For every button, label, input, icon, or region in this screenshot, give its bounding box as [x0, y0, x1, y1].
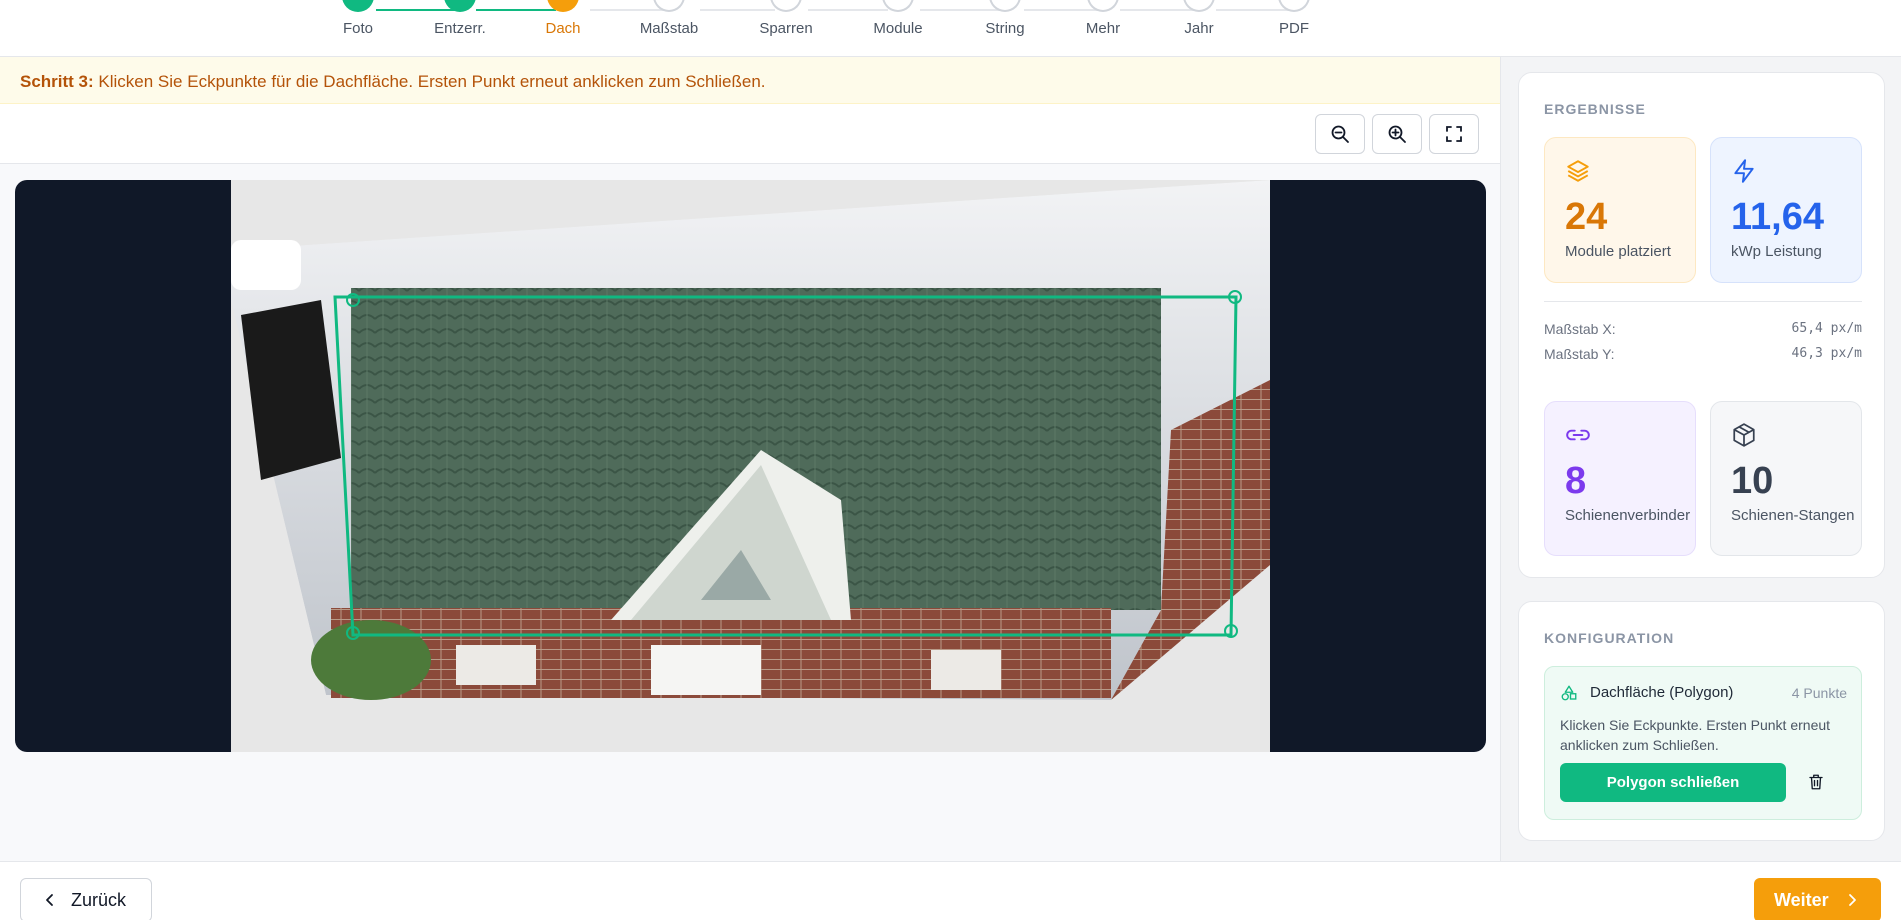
step-string[interactable]: String: [955, 0, 1055, 37]
roof-photo-image: [231, 180, 1270, 752]
instruction-banner: Schritt 3: Klicken Sie Eckpunkte für die…: [0, 57, 1500, 104]
step-circle: [770, 0, 802, 12]
step-mehr[interactable]: Mehr: [1053, 0, 1153, 37]
step-entzerr[interactable]: Entzerr.: [410, 0, 510, 37]
power-label: kWp Leistung: [1731, 243, 1822, 260]
banner-text: Klicken Sie Eckpunkte für die Dachfläche…: [93, 72, 766, 91]
step-label: Jahr: [1184, 20, 1214, 37]
fullscreen-icon: [1446, 126, 1462, 142]
step-label: Foto: [342, 20, 373, 37]
canvas-toolbar: [0, 104, 1500, 164]
step-label: Sparren: [759, 20, 813, 37]
polygon-hint: Klicken Sie Eckpunkte. Ersten Punkt erne…: [1560, 717, 1831, 753]
config-title: KONFIGURATION: [1544, 630, 1675, 646]
results-title: ERGEBNISSE: [1544, 101, 1646, 117]
step-pdf[interactable]: PDF: [1244, 0, 1344, 37]
fullscreen-button[interactable]: [1429, 114, 1479, 154]
rails-label: Schienen-Stangen: [1731, 507, 1855, 524]
stat-rails: 10 Schienen-Stangen: [1710, 401, 1862, 556]
step-label: String: [985, 20, 1025, 37]
zoom-in-button[interactable]: [1372, 114, 1422, 154]
polygon-points: 4 Punkte: [1791, 685, 1847, 701]
box-icon: [1733, 423, 1755, 447]
step-module[interactable]: Module: [848, 0, 948, 37]
step-circle: [1087, 0, 1119, 12]
stat-connectors: 8 Schienenverbinder: [1544, 401, 1696, 556]
stat-modules: 24 Module platziert: [1544, 137, 1696, 283]
polygon-title: Dachfläche (Polygon): [1590, 684, 1734, 701]
chevron-left-icon: [46, 894, 53, 906]
modules-value: 24: [1565, 196, 1608, 238]
step-massstab[interactable]: Maßstab: [619, 0, 719, 37]
progress-stepper: Foto Entzerr. Dach Maßstab Sparren Modul…: [0, 0, 1901, 57]
config-card: KONFIGURATION Dachfläche (Polygon) 4 Pun…: [1518, 601, 1885, 841]
close-polygon-button[interactable]: Polygon schließen: [1560, 763, 1786, 802]
step-label: PDF: [1279, 20, 1309, 37]
banner-step-label: Schritt 3:: [20, 72, 94, 91]
connectors-value: 8: [1565, 460, 1587, 502]
chevron-right-icon: [1848, 894, 1856, 906]
power-value: 11,64: [1731, 196, 1824, 238]
scale-x-value: 65,4 px/m: [1791, 321, 1862, 336]
zoom-in-icon: [1388, 125, 1406, 143]
modules-label: Module platziert: [1565, 243, 1671, 260]
connectors-label: Schienenverbinder: [1565, 507, 1691, 524]
next-button[interactable]: Weiter: [1754, 878, 1881, 920]
step-jahr[interactable]: Jahr: [1149, 0, 1249, 37]
link-icon: [1566, 429, 1590, 441]
roof-canvas[interactable]: [15, 180, 1486, 752]
step-label: Mehr: [1085, 20, 1121, 37]
results-card: ERGEBNISSE 24 Module platziert 11,64 kWp…: [1518, 72, 1885, 578]
next-label: Weiter: [1774, 889, 1829, 910]
rails-value: 10: [1731, 460, 1774, 502]
scale-y-row: Maßstab Y: 46,3 px/m: [1544, 346, 1862, 362]
lightning-icon: [1734, 159, 1754, 183]
right-panel: ERGEBNISSE 24 Module platziert 11,64 kWp…: [1500, 57, 1901, 861]
step-circle: [1183, 0, 1215, 12]
scale-x-label: Maßstab X:: [1544, 321, 1616, 337]
roof-photo: [231, 180, 1270, 752]
step-circle: [653, 0, 685, 12]
layers-icon: [1567, 160, 1589, 182]
step-label: Entzerr.: [434, 20, 486, 37]
zoom-out-button[interactable]: [1315, 114, 1365, 154]
zoom-out-icon: [1331, 125, 1349, 143]
footer-bar: Zurück Weiter: [0, 861, 1901, 920]
scale-y-label: Maßstab Y:: [1544, 346, 1615, 362]
delete-polygon-button[interactable]: [1803, 769, 1829, 795]
back-button[interactable]: Zurück: [20, 878, 152, 920]
step-circle: [882, 0, 914, 12]
step-circle: [444, 0, 476, 12]
shapes-icon: [1561, 685, 1577, 701]
work-area: [0, 104, 1500, 861]
step-sparren[interactable]: Sparren: [736, 0, 836, 37]
step-circle: [1278, 0, 1310, 12]
scale-y-value: 46,3 px/m: [1791, 346, 1862, 361]
stat-power: 11,64 kWp Leistung: [1710, 137, 1862, 283]
step-circle: [547, 0, 579, 12]
step-label: Maßstab: [639, 20, 699, 37]
step-label: Module: [873, 20, 923, 37]
step-circle: [989, 0, 1021, 12]
step-dach[interactable]: Dach: [513, 0, 613, 37]
back-label: Zurück: [71, 889, 127, 910]
divider: [1544, 301, 1862, 302]
step-label: Dach: [545, 20, 581, 37]
trash-icon: [1809, 774, 1823, 790]
step-foto[interactable]: Foto: [308, 0, 408, 37]
scale-x-row: Maßstab X: 65,4 px/m: [1544, 321, 1862, 337]
polygon-section: Dachfläche (Polygon) 4 Punkte Klicken Si…: [1544, 666, 1862, 820]
step-circle: [342, 0, 374, 12]
